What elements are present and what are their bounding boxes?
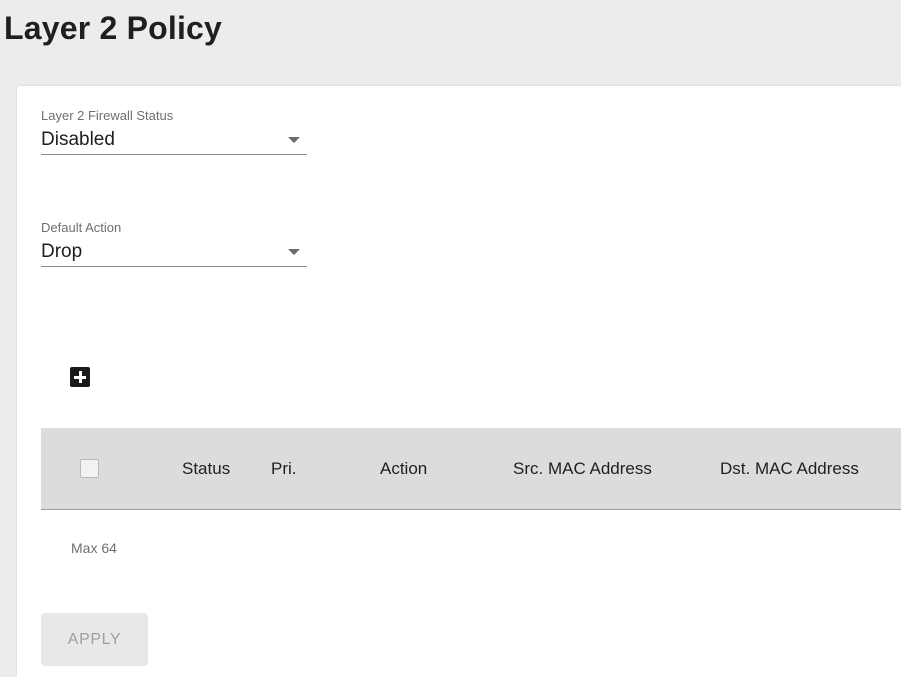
firewall-status-field: Layer 2 Firewall Status Disabled [41,108,307,155]
add-rule-button[interactable] [70,367,90,387]
max-entries-label: Max 64 [71,540,117,556]
column-header-action[interactable]: Action [380,458,427,480]
dropdown-arrow-icon [288,137,300,143]
column-header-priority[interactable]: Pri. [271,458,297,480]
dropdown-arrow-icon [288,249,300,255]
default-action-label: Default Action [41,220,122,235]
table-header: Status Pri. Action Src. MAC Address Dst.… [41,428,901,510]
policy-card: Layer 2 Firewall Status Disabled Default… [17,86,901,677]
firewall-status-select[interactable]: Disabled [41,124,307,155]
page-title: Layer 2 Policy [4,10,223,46]
column-header-dst-mac[interactable]: Dst. MAC Address [720,458,859,480]
column-header-status[interactable]: Status [182,458,230,480]
select-all-checkbox[interactable] [80,459,99,478]
default-action-select[interactable]: Drop [41,236,307,267]
firewall-status-label: Layer 2 Firewall Status [41,108,174,123]
apply-button[interactable]: APPLY [41,613,148,666]
column-header-src-mac[interactable]: Src. MAC Address [513,458,652,480]
firewall-status-value: Disabled [41,129,115,150]
default-action-value: Drop [41,241,83,262]
plus-icon-stroke [78,371,82,383]
default-action-field: Default Action Drop [41,220,307,267]
